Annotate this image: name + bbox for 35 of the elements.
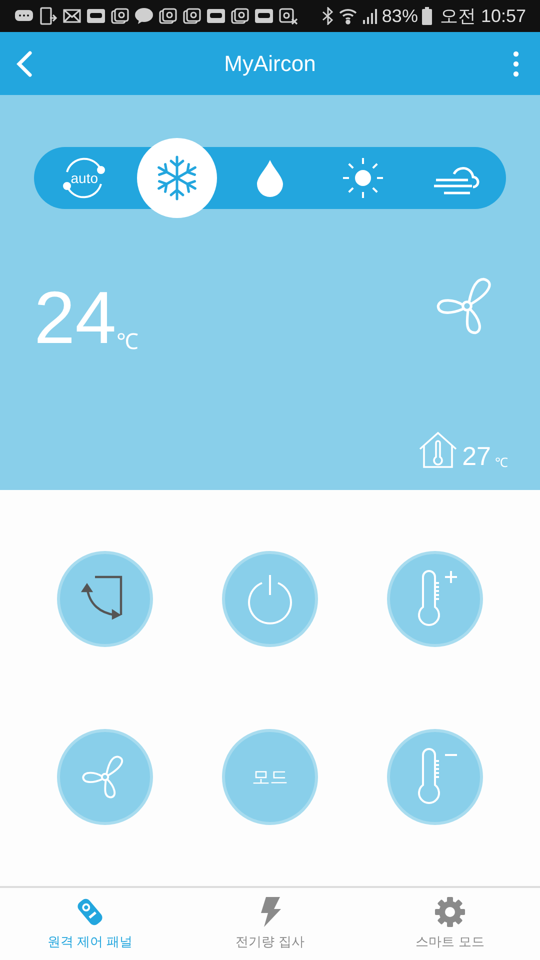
notification-icon [86,6,106,26]
notification-icon [158,6,178,26]
nav-tab[interactable]: 전기량 집사 [180,888,360,960]
notification-icon [278,6,298,26]
notification-icon [206,6,226,26]
signal-icon [362,7,378,25]
room-temperature: 27 [462,443,491,469]
notification-icon [134,6,154,26]
mode-tab[interactable]: auto [44,147,124,209]
lightning-icon [258,896,282,928]
house-thermometer-icon [418,431,458,469]
battery-icon [422,7,432,25]
set-temperature: 24 [34,281,116,355]
clock: 오전 10:57 [440,4,526,28]
nav-tab[interactable]: 원격 제어 패널 [0,888,180,960]
notification-icon [254,6,274,26]
mode-button[interactable]: 모드 [222,729,318,825]
temperature-unit: ℃ [116,331,138,353]
more-icon [513,50,519,76]
room-temperature-unit: ℃ [495,456,508,469]
sun-icon [340,156,385,200]
window-title: MyAircon [224,50,316,78]
bluetooth-icon [322,7,334,25]
battery-percent: 83% [382,4,418,28]
notification-icon [230,6,250,26]
notification-icon [110,6,130,26]
water-drop-icon [256,159,284,197]
nav-tab[interactable]: 스마트 모드 [360,888,540,960]
back-icon [16,50,32,76]
settings-icon [434,896,466,928]
notification-icon [62,6,82,26]
auto-label: auto [70,168,98,188]
wifi-icon [338,7,358,25]
notification-icon [38,6,58,26]
notification-icon [182,6,202,26]
